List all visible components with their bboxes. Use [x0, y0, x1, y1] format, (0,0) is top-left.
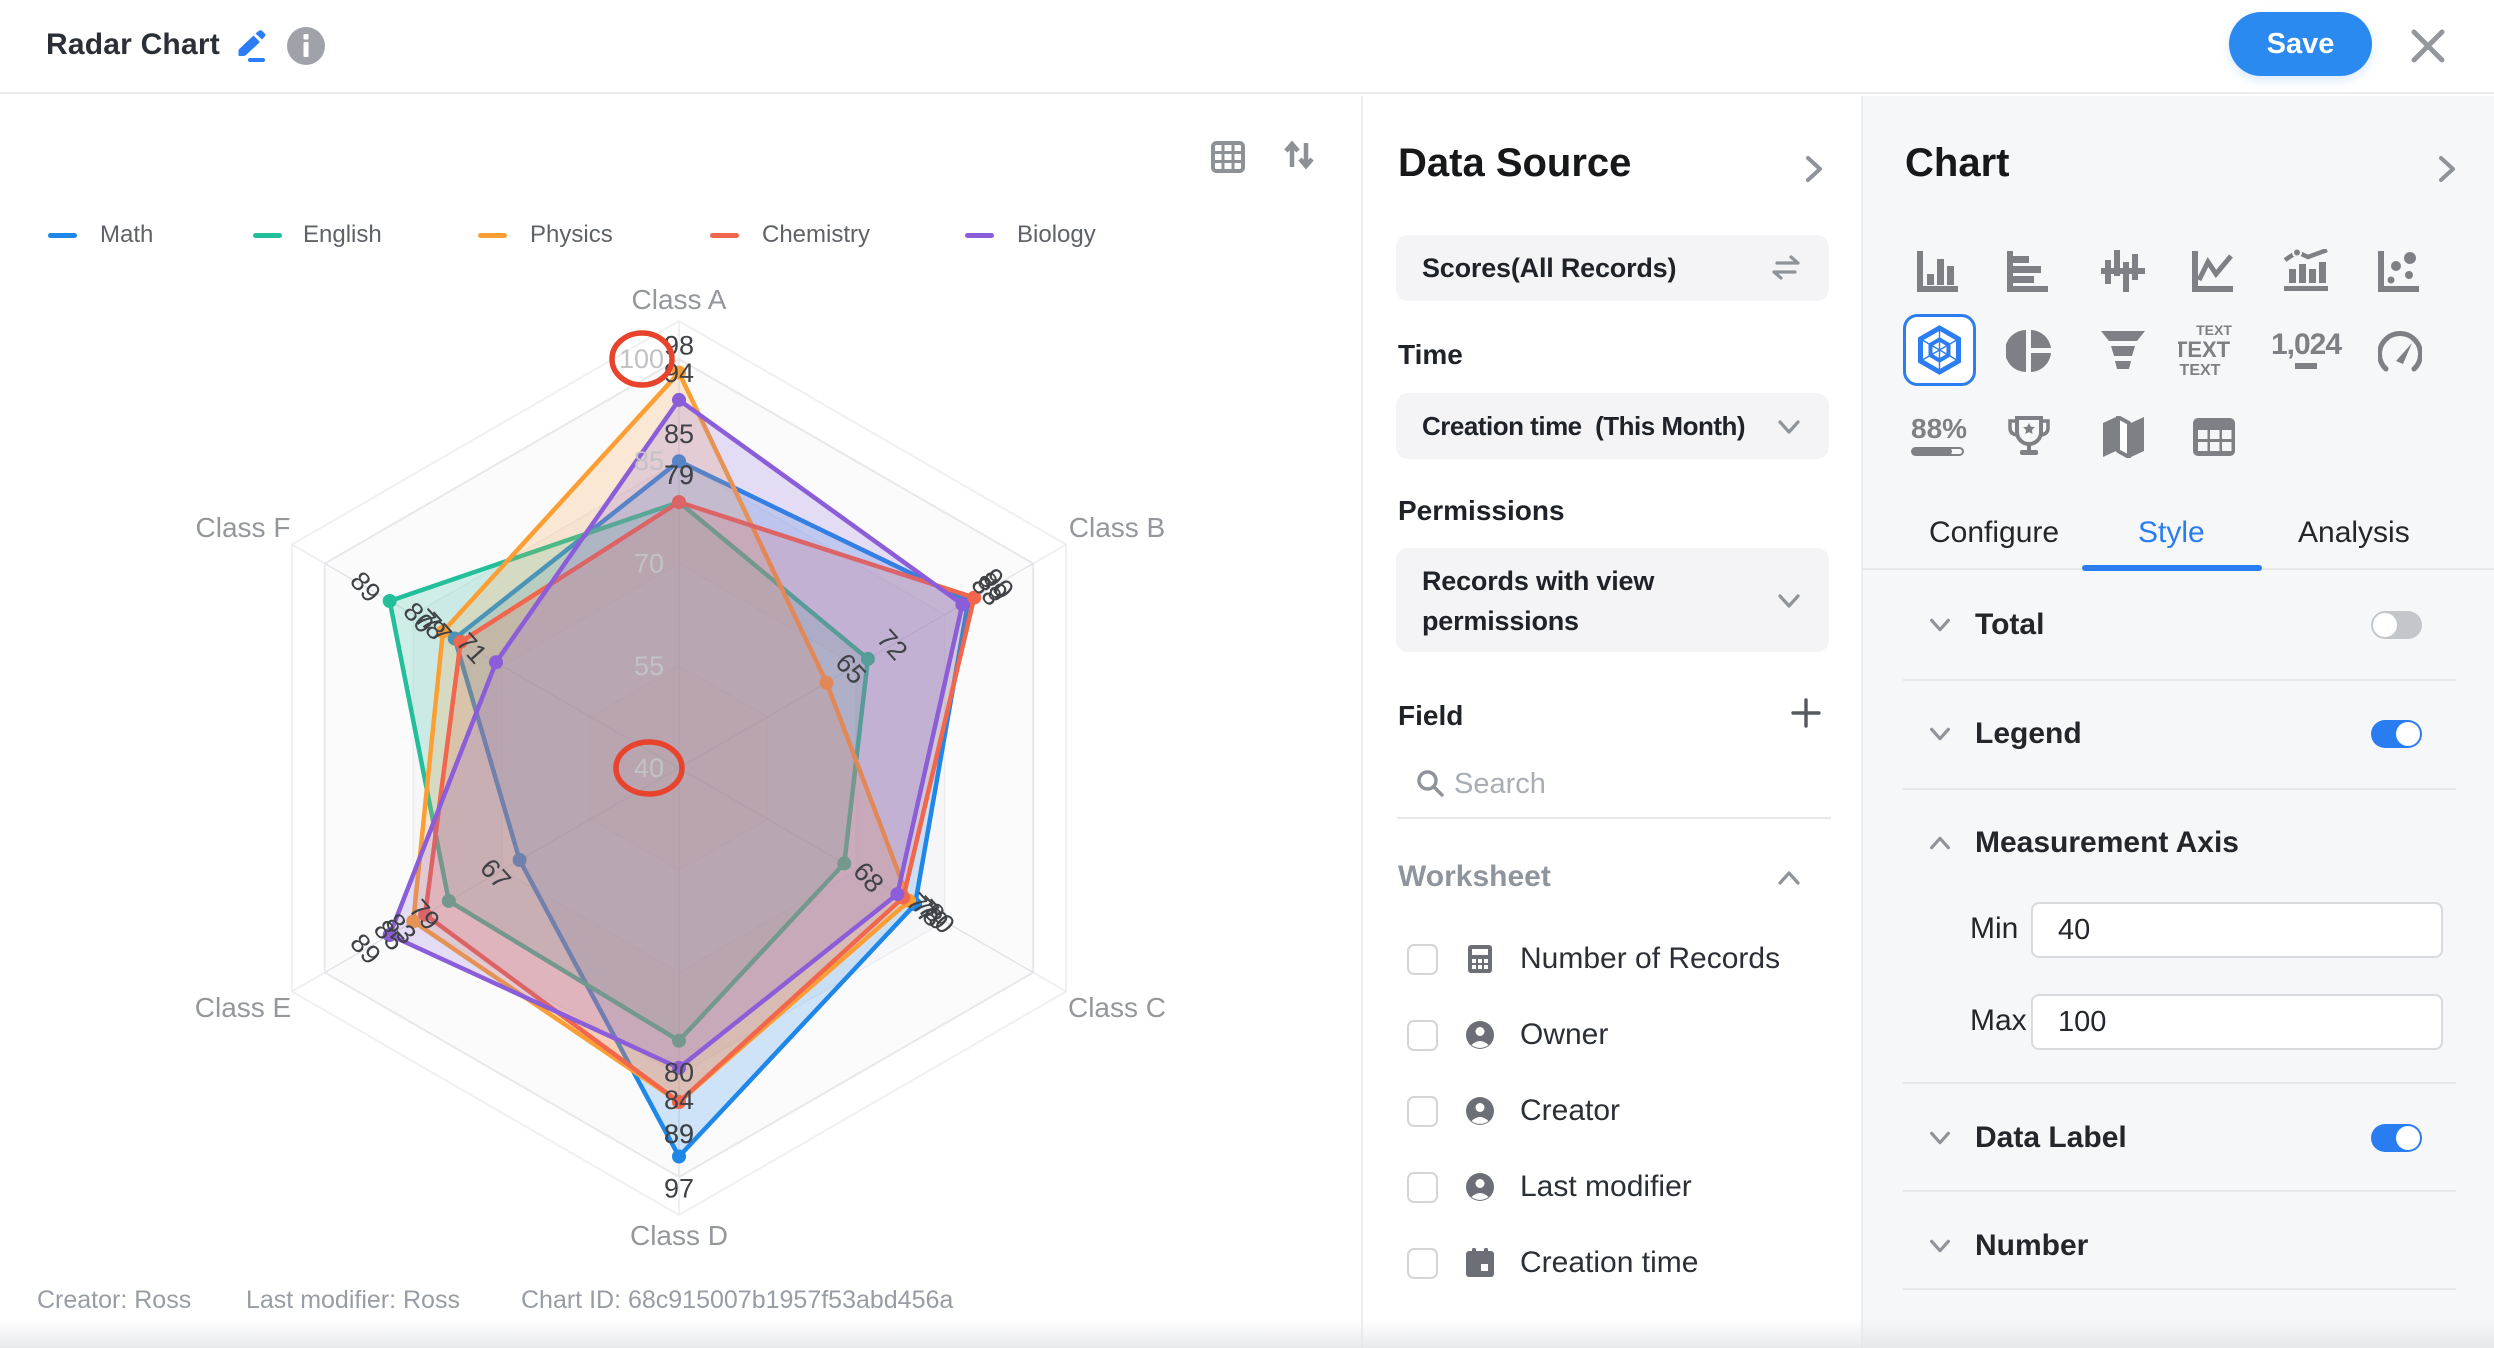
svg-text:1,024: 1,024 — [2271, 329, 2342, 361]
svg-text:Class F: Class F — [196, 512, 291, 543]
svg-text:40: 40 — [634, 753, 664, 783]
svg-text:85: 85 — [634, 446, 664, 476]
svg-text:TEXT: TEXT — [2178, 337, 2231, 362]
svg-text:70: 70 — [634, 549, 664, 579]
svg-text:Class A: Class A — [632, 284, 727, 315]
svg-text:80: 80 — [664, 1058, 694, 1088]
svg-text:100: 100 — [619, 344, 664, 374]
svg-text:Class D: Class D — [630, 1220, 728, 1251]
svg-text:55: 55 — [634, 651, 664, 681]
svg-text:Class E: Class E — [195, 992, 291, 1023]
svg-text:Class C: Class C — [1068, 992, 1166, 1023]
svg-text:TEXT: TEXT — [2180, 362, 2221, 379]
svg-text:97: 97 — [664, 1174, 694, 1204]
svg-text:79: 79 — [664, 460, 694, 490]
svg-text:84: 84 — [664, 1085, 694, 1115]
svg-text:85: 85 — [664, 419, 694, 449]
svg-text:88%: 88% — [1911, 416, 1967, 444]
svg-text:TEXT: TEXT — [2196, 323, 2232, 338]
svg-text:Class B: Class B — [1069, 512, 1165, 543]
svg-text:89: 89 — [664, 1119, 694, 1149]
